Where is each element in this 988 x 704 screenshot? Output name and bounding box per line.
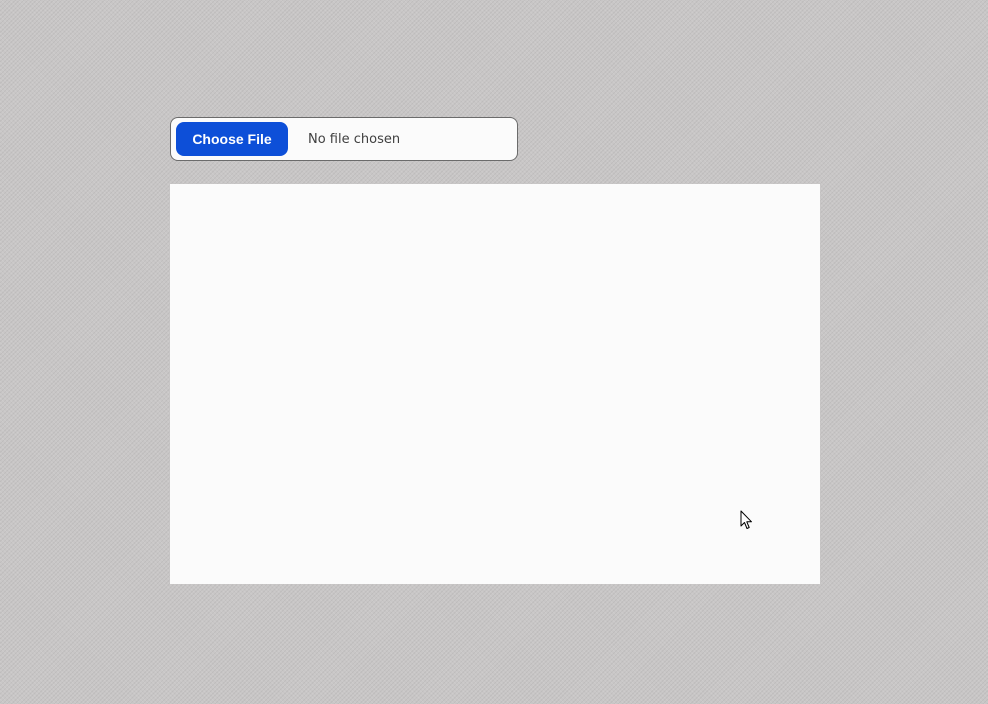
file-input[interactable]: Choose File No file chosen: [170, 117, 518, 161]
choose-file-button[interactable]: Choose File: [176, 122, 288, 156]
preview-canvas[interactable]: [170, 184, 820, 584]
file-status-text: No file chosen: [308, 131, 401, 147]
